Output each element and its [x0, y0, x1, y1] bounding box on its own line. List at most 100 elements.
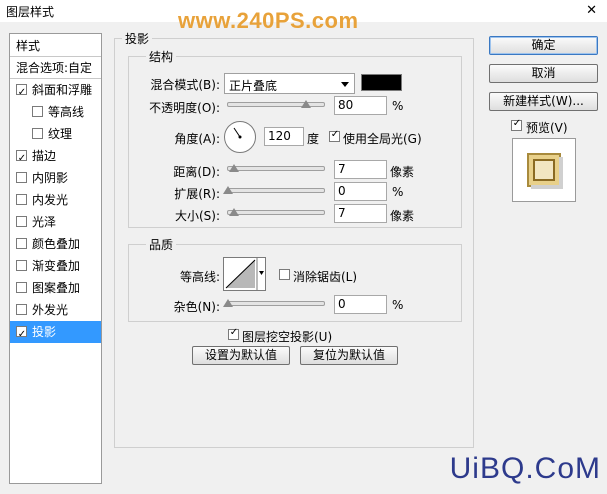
- opacity-unit: %: [392, 99, 404, 113]
- sidebar-item[interactable]: 混合选项:自定: [10, 57, 101, 79]
- shadow-color-swatch[interactable]: [361, 74, 402, 91]
- sidebar-item[interactable]: 颜色叠加: [10, 233, 101, 255]
- sidebar-item-label: 等高线: [48, 105, 85, 119]
- sidebar-item-label: 斜面和浮雕: [32, 83, 93, 97]
- sidebar-item-label: 混合选项:自定: [16, 61, 93, 75]
- sidebar-item[interactable]: 等高线: [10, 101, 101, 123]
- opacity-label: 不透明度(O):: [149, 101, 220, 115]
- angle-dial[interactable]: [224, 121, 256, 153]
- cancel-button[interactable]: 取消: [489, 64, 598, 83]
- chevron-down-icon: [341, 82, 349, 87]
- distance-input[interactable]: 7: [334, 160, 387, 179]
- close-icon[interactable]: ✕: [586, 3, 597, 18]
- sidebar-item[interactable]: 内发光: [10, 189, 101, 211]
- distance-label: 距离(D):: [173, 165, 220, 179]
- check-icon: ✓: [17, 329, 27, 340]
- sidebar-item[interactable]: ✓ 描边: [10, 145, 101, 167]
- spread-slider-thumb[interactable]: [223, 186, 233, 194]
- opacity-input[interactable]: 80: [334, 96, 387, 115]
- angle-input[interactable]: 120: [264, 127, 304, 146]
- spread-input[interactable]: 0: [334, 182, 387, 201]
- size-slider-track[interactable]: [227, 210, 325, 215]
- blend-mode-select[interactable]: 正片叠底: [224, 73, 355, 94]
- preview-label: 预览(V): [526, 121, 568, 135]
- size-slider-thumb[interactable]: [229, 208, 239, 216]
- watermark-bottom: UiBQ.CoM: [449, 452, 601, 485]
- preview-checkbox[interactable]: ✓: [511, 118, 522, 131]
- spread-slider-track[interactable]: [227, 188, 325, 193]
- sidebar-item[interactable]: 光泽: [10, 211, 101, 233]
- style-preview-thumbnail: [512, 138, 576, 202]
- contour-label: 等高线:: [179, 270, 220, 284]
- sidebar-item[interactable]: 内阴影: [10, 167, 101, 189]
- structure-legend: 结构: [146, 48, 177, 65]
- sidebar-item[interactable]: 外发光: [10, 299, 101, 321]
- contour-curve-icon: [225, 258, 264, 290]
- size-input[interactable]: 7: [334, 204, 387, 223]
- angle-unit: 度: [307, 132, 320, 146]
- check-icon: ✓: [512, 118, 522, 129]
- sidebar-item[interactable]: 渐变叠加: [10, 255, 101, 277]
- noise-slider-track[interactable]: [227, 301, 325, 306]
- sidebar-item-label: 内阴影: [32, 171, 69, 185]
- blend-mode-value: 正片叠底: [229, 79, 278, 93]
- reset-default-button[interactable]: 复位为默认值: [300, 346, 398, 365]
- sidebar-item-checkbox[interactable]: [16, 172, 27, 183]
- blend-mode-label: 混合模式(B):: [150, 78, 220, 92]
- sidebar-item-label: 颜色叠加: [32, 237, 81, 251]
- distance-slider-track[interactable]: [227, 166, 325, 171]
- angle-needle-icon: [233, 127, 242, 139]
- noise-label: 杂色(N):: [173, 300, 220, 314]
- sidebar-item-label: 内发光: [32, 193, 69, 207]
- ok-button[interactable]: 确定: [489, 36, 598, 55]
- sidebar-item[interactable]: ✓ 投影: [10, 321, 101, 343]
- global-light-label: 使用全局光(G): [343, 132, 422, 146]
- check-icon: ✓: [229, 327, 239, 338]
- antialias-checkbox[interactable]: ✓: [279, 269, 290, 280]
- sidebar-item-label: 图案叠加: [32, 281, 81, 295]
- sidebar-item[interactable]: 图案叠加: [10, 277, 101, 299]
- size-label: 大小(S):: [174, 209, 220, 223]
- opacity-slider-thumb[interactable]: [301, 100, 311, 108]
- noise-unit: %: [392, 298, 404, 312]
- window-title: 图层样式: [6, 5, 55, 19]
- style-list-panel: 样式混合选项:自定 ✓ 斜面和浮雕等高线纹理 ✓ 描边内阴影内发光光泽颜色叠加渐变叠加图…: [9, 33, 102, 484]
- noise-slider-thumb[interactable]: [223, 299, 233, 307]
- sidebar-item-checkbox[interactable]: [16, 282, 27, 293]
- distance-slider-thumb[interactable]: [229, 164, 239, 172]
- sidebar-item[interactable]: ✓ 斜面和浮雕: [10, 79, 101, 101]
- sidebar-item-checkbox[interactable]: ✓: [16, 326, 27, 340]
- sidebar-item-checkbox[interactable]: [16, 216, 27, 227]
- sidebar-item-checkbox[interactable]: [16, 260, 27, 271]
- gold-frame-icon: [527, 153, 563, 189]
- section-title: 投影: [122, 30, 153, 47]
- sidebar-item[interactable]: 纹理: [10, 123, 101, 145]
- sidebar-item-checkbox[interactable]: [16, 304, 27, 315]
- sidebar-item-checkbox[interactable]: [32, 128, 43, 139]
- distance-unit: 像素: [390, 165, 415, 179]
- check-icon: ✓: [330, 129, 340, 140]
- knockout-label: 图层挖空投影(U): [242, 330, 333, 344]
- sidebar-item-label: 纹理: [48, 127, 73, 141]
- sidebar-item-label: 样式: [16, 39, 41, 53]
- sidebar-item-checkbox[interactable]: [16, 238, 27, 249]
- knockout-checkbox[interactable]: ✓: [228, 327, 239, 340]
- watermark-top: www.240PS.com: [178, 8, 359, 33]
- sidebar-item-label: 投影: [32, 325, 57, 339]
- sidebar-item-checkbox[interactable]: ✓: [16, 150, 27, 164]
- noise-input[interactable]: 0: [334, 295, 387, 314]
- quality-legend: 品质: [146, 236, 177, 253]
- sidebar-item-checkbox[interactable]: ✓: [16, 84, 27, 98]
- sidebar-item-checkbox[interactable]: [16, 194, 27, 205]
- sidebar-item-label: 渐变叠加: [32, 259, 81, 273]
- sidebar-item[interactable]: 样式: [10, 35, 101, 57]
- make-default-button[interactable]: 设置为默认值: [192, 346, 290, 365]
- spread-label: 扩展(R):: [174, 187, 220, 201]
- sidebar-item-checkbox[interactable]: [32, 106, 43, 117]
- global-light-checkbox[interactable]: ✓: [329, 129, 340, 142]
- new-style-button[interactable]: 新建样式(W)...: [489, 92, 598, 111]
- contour-picker[interactable]: [223, 257, 266, 291]
- sidebar-item-label: 描边: [32, 149, 57, 163]
- sidebar-item-label: 光泽: [32, 215, 57, 229]
- size-unit: 像素: [390, 209, 415, 223]
